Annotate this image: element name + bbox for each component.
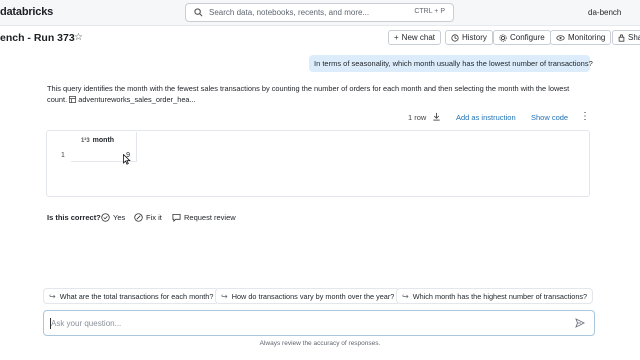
share-label: Sha [628,33,640,42]
lock-icon [618,33,625,42]
fix-it-label: Fix it [146,213,162,222]
configure-button[interactable]: Configure [493,30,551,45]
yes-button[interactable]: Yes [101,213,125,222]
result-table: 1²3 month 1 9 [46,130,590,197]
suggestion-chip[interactable]: ↪ Which month has the highest number of … [396,288,594,304]
disclaimer-text: Always review the accuracy of responses. [259,340,381,347]
fix-icon [134,213,143,222]
yes-label: Yes [113,213,126,222]
workspace-switcher[interactable]: da-bench [588,8,621,17]
check-circle-icon [101,213,110,222]
suggestion-chip[interactable]: ↪ How do transactions vary by month over… [215,288,401,304]
add-as-instruction-link[interactable]: Add as instruction [456,113,516,122]
suggestion-text: What are the total transactions for each… [59,291,214,301]
suggestion-text: How do transactions vary by month over t… [231,291,395,301]
question-input[interactable]: Ask your question... [43,310,595,336]
column-label: month [92,137,115,144]
search-icon [194,8,203,17]
search-shortcut: CTRL + P [414,8,445,15]
show-code-link[interactable]: Show code [531,113,568,122]
configure-label: Configure [510,33,545,42]
return-arrow-icon: ↪ [402,291,409,301]
share-button[interactable]: Sha [612,30,640,45]
table-icon [69,95,77,106]
new-chat-label: New chat [401,33,436,42]
eye-icon [556,34,565,42]
send-icon[interactable] [575,318,585,328]
numeric-type-icon: 1²3 [81,137,90,144]
download-icon[interactable] [432,112,441,123]
monitoring-label: Monitoring [568,33,606,42]
input-placeholder: Ask your question... [51,319,122,328]
top-bar: databricks Search data, notebooks, recen… [0,0,640,26]
request-review-button[interactable]: Request review [172,213,236,222]
search-placeholder: Search data, notebooks, recents, and mor… [209,8,370,17]
suggestion-chip[interactable]: ↪ What are the total transactions for ea… [43,288,220,304]
fix-it-button[interactable]: Fix it [134,213,162,222]
user-question-bubble: In terms of seasonality, which month usu… [309,55,593,72]
return-arrow-icon: ↪ [221,291,228,301]
more-options-icon[interactable]: ⋮ [580,111,590,122]
new-chat-button[interactable]: + New chat [388,30,442,45]
gear-icon [499,33,507,42]
row-number: 1 [61,152,65,159]
star-icon[interactable]: ☆ [74,32,83,43]
suggestion-text: Which month has the highest number of tr… [412,291,588,301]
request-review-label: Request review [184,213,236,222]
assistant-answer: This query identifies the month with the… [47,83,587,106]
chat-bubble-icon [172,213,181,222]
page-title: ench - Run 373 [0,32,75,44]
table-reference-link[interactable]: adventureworks_sales_order_hea... [78,95,196,104]
plus-icon: + [394,33,399,42]
history-button[interactable]: History [445,30,493,45]
feedback-question: Is this correct? [47,213,101,222]
app-logo[interactable]: databricks [0,6,53,18]
monitoring-button[interactable]: Monitoring [550,30,612,45]
column-header-month[interactable]: 1²3 month [81,132,137,149]
history-icon [451,33,459,42]
return-arrow-icon: ↪ [49,291,56,301]
history-label: History [462,33,487,42]
global-search[interactable]: Search data, notebooks, recents, and mor… [185,3,454,22]
row-count: 1 row [408,113,427,122]
mouse-cursor-icon [123,154,131,165]
